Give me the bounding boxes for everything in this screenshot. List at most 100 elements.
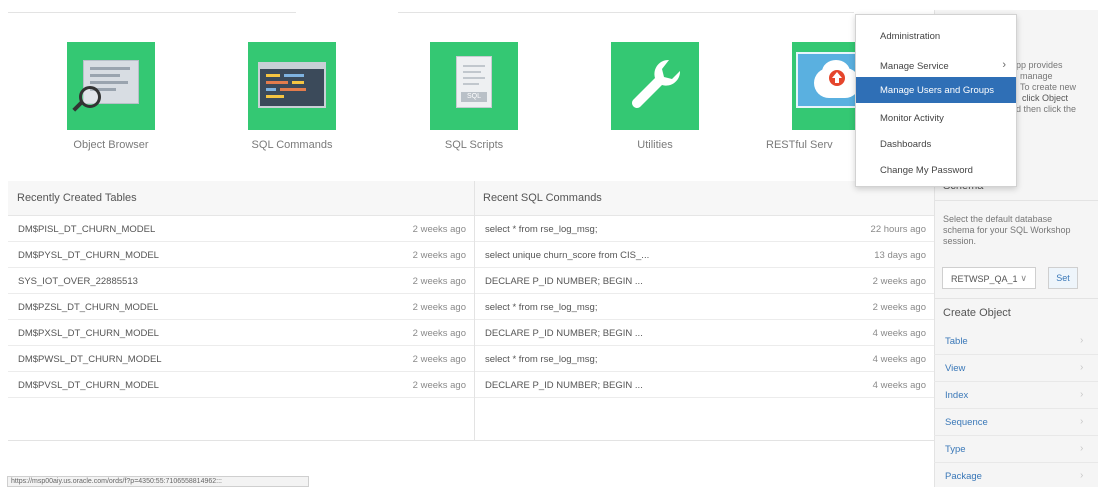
- table-row[interactable]: DECLARE P_ID NUMBER; BEGIN ... 4 weeks ag…: [475, 320, 934, 346]
- menu-item-administration[interactable]: Administration: [856, 23, 1016, 49]
- status-bar-url: https://msp00aiy.us.oracle.com/ords/f?p=…: [7, 476, 309, 487]
- magnifier-icon: [79, 86, 101, 108]
- table-time: 2 weeks ago: [412, 328, 466, 339]
- table-time: 2 weeks ago: [412, 302, 466, 313]
- chevron-right-icon: ›: [1080, 335, 1084, 346]
- table-row[interactable]: DM$PZSL_DT_CHURN_MODEL 2 weeks ago: [8, 294, 474, 320]
- table-name[interactable]: DM$PXSL_DT_CHURN_MODEL: [18, 328, 159, 339]
- menu-item-label: Manage Service: [880, 61, 949, 72]
- create-table-link[interactable]: Table: [945, 336, 968, 347]
- menu-item-manage-service[interactable]: Manage Service ›: [856, 53, 1016, 79]
- menu-item-label: Dashboards: [880, 139, 932, 150]
- about-line: To create new: [1020, 82, 1077, 92]
- create-sequence-link[interactable]: Sequence: [945, 417, 988, 428]
- table-row[interactable]: DECLARE P_ID NUMBER; BEGIN ... 2 weeks ag…: [475, 268, 934, 294]
- create-index-link[interactable]: Index: [945, 390, 968, 401]
- object-browser-label[interactable]: Object Browser: [31, 139, 191, 151]
- schema-select-value: RETWSP_QA_1: [951, 274, 1018, 284]
- menu-item-label: Administration: [880, 31, 941, 42]
- menu-item-monitor-activity[interactable]: Monitor Activity: [856, 105, 1016, 131]
- menu-item-label: Change My Password: [880, 165, 973, 176]
- table-row[interactable]: DM$PYSL_DT_CHURN_MODEL 2 weeks ago: [8, 242, 474, 268]
- panel-divider: [474, 181, 475, 441]
- schema-description-line: session.: [943, 236, 977, 246]
- menu-item-label: Manage Users and Groups: [880, 85, 995, 96]
- menu-item-manage-users-and-groups[interactable]: Manage Users and Groups: [856, 77, 1016, 103]
- about-line: click Object: [1022, 93, 1069, 103]
- table-row[interactable]: DECLARE P_ID NUMBER; BEGIN ... 4 weeks ag…: [475, 372, 934, 398]
- command-name[interactable]: DECLARE P_ID NUMBER; BEGIN ...: [485, 380, 643, 391]
- chevron-right-icon: ›: [1080, 470, 1084, 481]
- chevron-right-icon: ›: [1080, 416, 1084, 427]
- menu-item-change-my-password[interactable]: Change My Password: [856, 157, 1016, 183]
- object-browser-tile[interactable]: [67, 42, 155, 130]
- table-row[interactable]: SYS_IOT_OVER_22885513 2 weeks ago: [8, 268, 474, 294]
- command-time: 13 days ago: [874, 250, 926, 261]
- top-divider-right: [398, 12, 854, 13]
- table-time: 2 weeks ago: [412, 276, 466, 287]
- top-divider-left: [8, 12, 296, 13]
- schema-select[interactable]: RETWSP_QA_1 ∨: [942, 267, 1036, 289]
- command-name[interactable]: select * from rse_log_msg;: [485, 302, 597, 313]
- utilities-label[interactable]: Utilities: [575, 139, 735, 151]
- chevron-right-icon: ›: [1080, 389, 1084, 400]
- schema-description-line: Select the default database: [943, 214, 1053, 224]
- sql-commands-tile[interactable]: [248, 42, 336, 130]
- upload-arrow-icon: [829, 70, 845, 86]
- chevron-right-icon: ›: [1080, 443, 1084, 454]
- schema-description-line: schema for your SQL Workshop: [943, 225, 1071, 235]
- create-view-link[interactable]: View: [945, 363, 965, 374]
- table-row[interactable]: DM$PVSL_DT_CHURN_MODEL 2 weeks ago: [8, 372, 474, 398]
- table-time: 2 weeks ago: [412, 380, 466, 391]
- chevron-right-icon: ›: [1080, 362, 1084, 373]
- table-name[interactable]: DM$PISL_DT_CHURN_MODEL: [18, 224, 155, 235]
- create-type-link[interactable]: Type: [945, 444, 966, 455]
- table-row[interactable]: DM$PISL_DT_CHURN_MODEL 2 weeks ago: [8, 216, 474, 242]
- restful-services-label[interactable]: RESTful Serv: [762, 139, 857, 151]
- table-name[interactable]: DM$PZSL_DT_CHURN_MODEL: [18, 302, 158, 313]
- menu-item-label: Monitor Activity: [880, 113, 944, 124]
- create-object-title: Create Object: [943, 307, 1011, 319]
- table-row[interactable]: DM$PXSL_DT_CHURN_MODEL 2 weeks ago: [8, 320, 474, 346]
- command-time: 22 hours ago: [870, 224, 926, 235]
- table-time: 2 weeks ago: [412, 354, 466, 365]
- command-name[interactable]: select * from rse_log_msg;: [485, 354, 597, 365]
- table-row[interactable]: select * from rse_log_msg; 2 weeks ago: [475, 294, 934, 320]
- command-time: 4 weeks ago: [872, 380, 926, 391]
- set-schema-button[interactable]: Set: [1048, 267, 1078, 289]
- table-name[interactable]: DM$PVSL_DT_CHURN_MODEL: [18, 380, 159, 391]
- command-time: 2 weeks ago: [872, 302, 926, 313]
- about-line: d then click the: [1016, 104, 1077, 114]
- table-row[interactable]: select unique churn_score from CIS_... 13…: [475, 242, 934, 268]
- command-name[interactable]: DECLARE P_ID NUMBER; BEGIN ...: [485, 276, 643, 287]
- table-time: 2 weeks ago: [412, 250, 466, 261]
- wrench-icon: [632, 59, 681, 108]
- submenu-chevron-icon: ›: [1002, 59, 1006, 71]
- table-name[interactable]: SYS_IOT_OVER_22885513: [18, 276, 138, 287]
- table-row[interactable]: select * from rse_log_msg; 22 hours ago: [475, 216, 934, 242]
- sql-scripts-label[interactable]: SQL Scripts: [394, 139, 554, 151]
- sql-commands-icon: [258, 62, 326, 108]
- table-time: 2 weeks ago: [412, 224, 466, 235]
- menu-item-dashboards[interactable]: Dashboards: [856, 131, 1016, 157]
- table-name[interactable]: DM$PWSL_DT_CHURN_MODEL: [18, 354, 162, 365]
- recent-tables-header: Recently Created Tables: [8, 181, 474, 216]
- about-line: manage: [1020, 71, 1053, 81]
- sql-scripts-icon: SQL: [456, 56, 492, 108]
- table-row[interactable]: DM$PWSL_DT_CHURN_MODEL 2 weeks ago: [8, 346, 474, 372]
- table-name[interactable]: DM$PYSL_DT_CHURN_MODEL: [18, 250, 159, 261]
- command-time: 4 weeks ago: [872, 328, 926, 339]
- command-name[interactable]: select * from rse_log_msg;: [485, 224, 597, 235]
- utilities-tile[interactable]: [611, 42, 699, 130]
- sql-scripts-tile[interactable]: SQL: [430, 42, 518, 130]
- create-package-link[interactable]: Package: [945, 471, 982, 482]
- administration-dropdown-menu: Administration Manage Service › Manage User…: [855, 14, 1017, 187]
- command-time: 2 weeks ago: [872, 276, 926, 287]
- sql-commands-label[interactable]: SQL Commands: [212, 139, 372, 151]
- restful-services-tile[interactable]: [792, 42, 855, 130]
- command-name[interactable]: select unique churn_score from CIS_...: [485, 250, 649, 261]
- chevron-down-icon: ∨: [1020, 273, 1027, 283]
- command-name[interactable]: DECLARE P_ID NUMBER; BEGIN ...: [485, 328, 643, 339]
- table-row[interactable]: select * from rse_log_msg; 4 weeks ago: [475, 346, 934, 372]
- about-line: pp provides: [1016, 60, 1063, 70]
